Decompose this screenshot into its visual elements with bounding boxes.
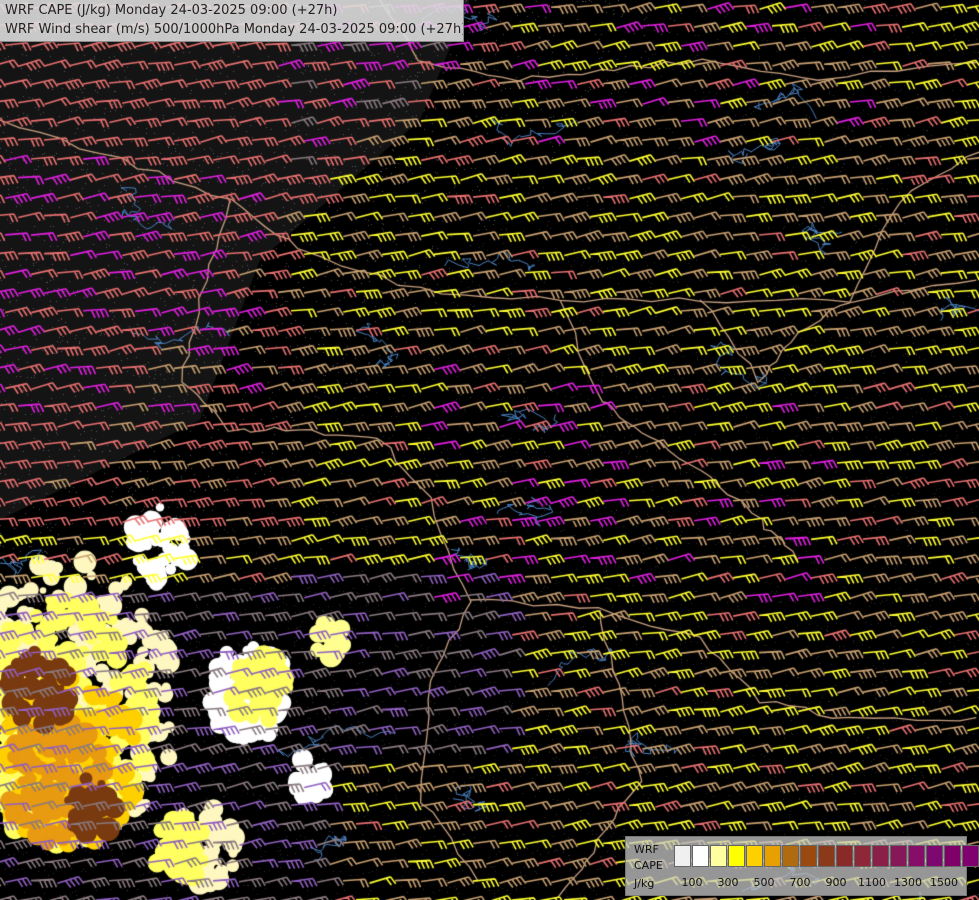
legend-tick-labels: 100 300 500 700 900 1100 1300 1500 bbox=[674, 876, 964, 890]
legend-tick-label: 900 bbox=[825, 876, 847, 889]
legend-swatch bbox=[782, 845, 799, 867]
legend-tick-label: 300 bbox=[717, 876, 739, 889]
wind-shear-cape-map[interactable] bbox=[0, 0, 979, 900]
legend-swatch bbox=[926, 845, 943, 867]
legend-swatch bbox=[692, 845, 709, 867]
legend-swatch bbox=[818, 845, 835, 867]
legend-swatch bbox=[674, 845, 691, 867]
legend-swatch bbox=[872, 845, 889, 867]
legend-swatch bbox=[890, 845, 907, 867]
legend-tick-label: 1100 bbox=[858, 876, 886, 889]
legend-color-scale bbox=[674, 845, 979, 867]
legend-swatch bbox=[764, 845, 781, 867]
map-title-box: WRF CAPE (J/kg) Monday 24-03-2025 09:00 … bbox=[0, 0, 464, 42]
legend-tick-label: 100 bbox=[681, 876, 703, 889]
legend-swatch bbox=[836, 845, 853, 867]
legend-swatch bbox=[962, 845, 979, 867]
legend-swatch bbox=[800, 845, 817, 867]
legend-tick-label: 1300 bbox=[894, 876, 922, 889]
legend-tick-label: 500 bbox=[753, 876, 775, 889]
legend-swatch bbox=[854, 845, 871, 867]
legend-variable-label: CAPE bbox=[634, 859, 663, 872]
cape-legend: WRF CAPE J/kg 100 300 500 700 900 1100 1300 150… bbox=[625, 836, 979, 896]
legend-tick-label: 1500 bbox=[930, 876, 958, 889]
legend-swatch bbox=[944, 845, 961, 867]
cape-title: WRF CAPE (J/kg) Monday 24-03-2025 09:00 … bbox=[5, 3, 338, 18]
wind-shear-title: WRF Wind shear (m/s) 500/1000hPa Monday … bbox=[5, 22, 464, 37]
legend-swatch bbox=[710, 845, 727, 867]
legend-unit-label: J/kg bbox=[634, 877, 655, 890]
legend-model-label: WRF bbox=[634, 843, 659, 856]
legend-swatch bbox=[728, 845, 745, 867]
legend-swatch bbox=[746, 845, 763, 867]
legend-tick-label: 700 bbox=[789, 876, 811, 889]
legend-swatch bbox=[908, 845, 925, 867]
